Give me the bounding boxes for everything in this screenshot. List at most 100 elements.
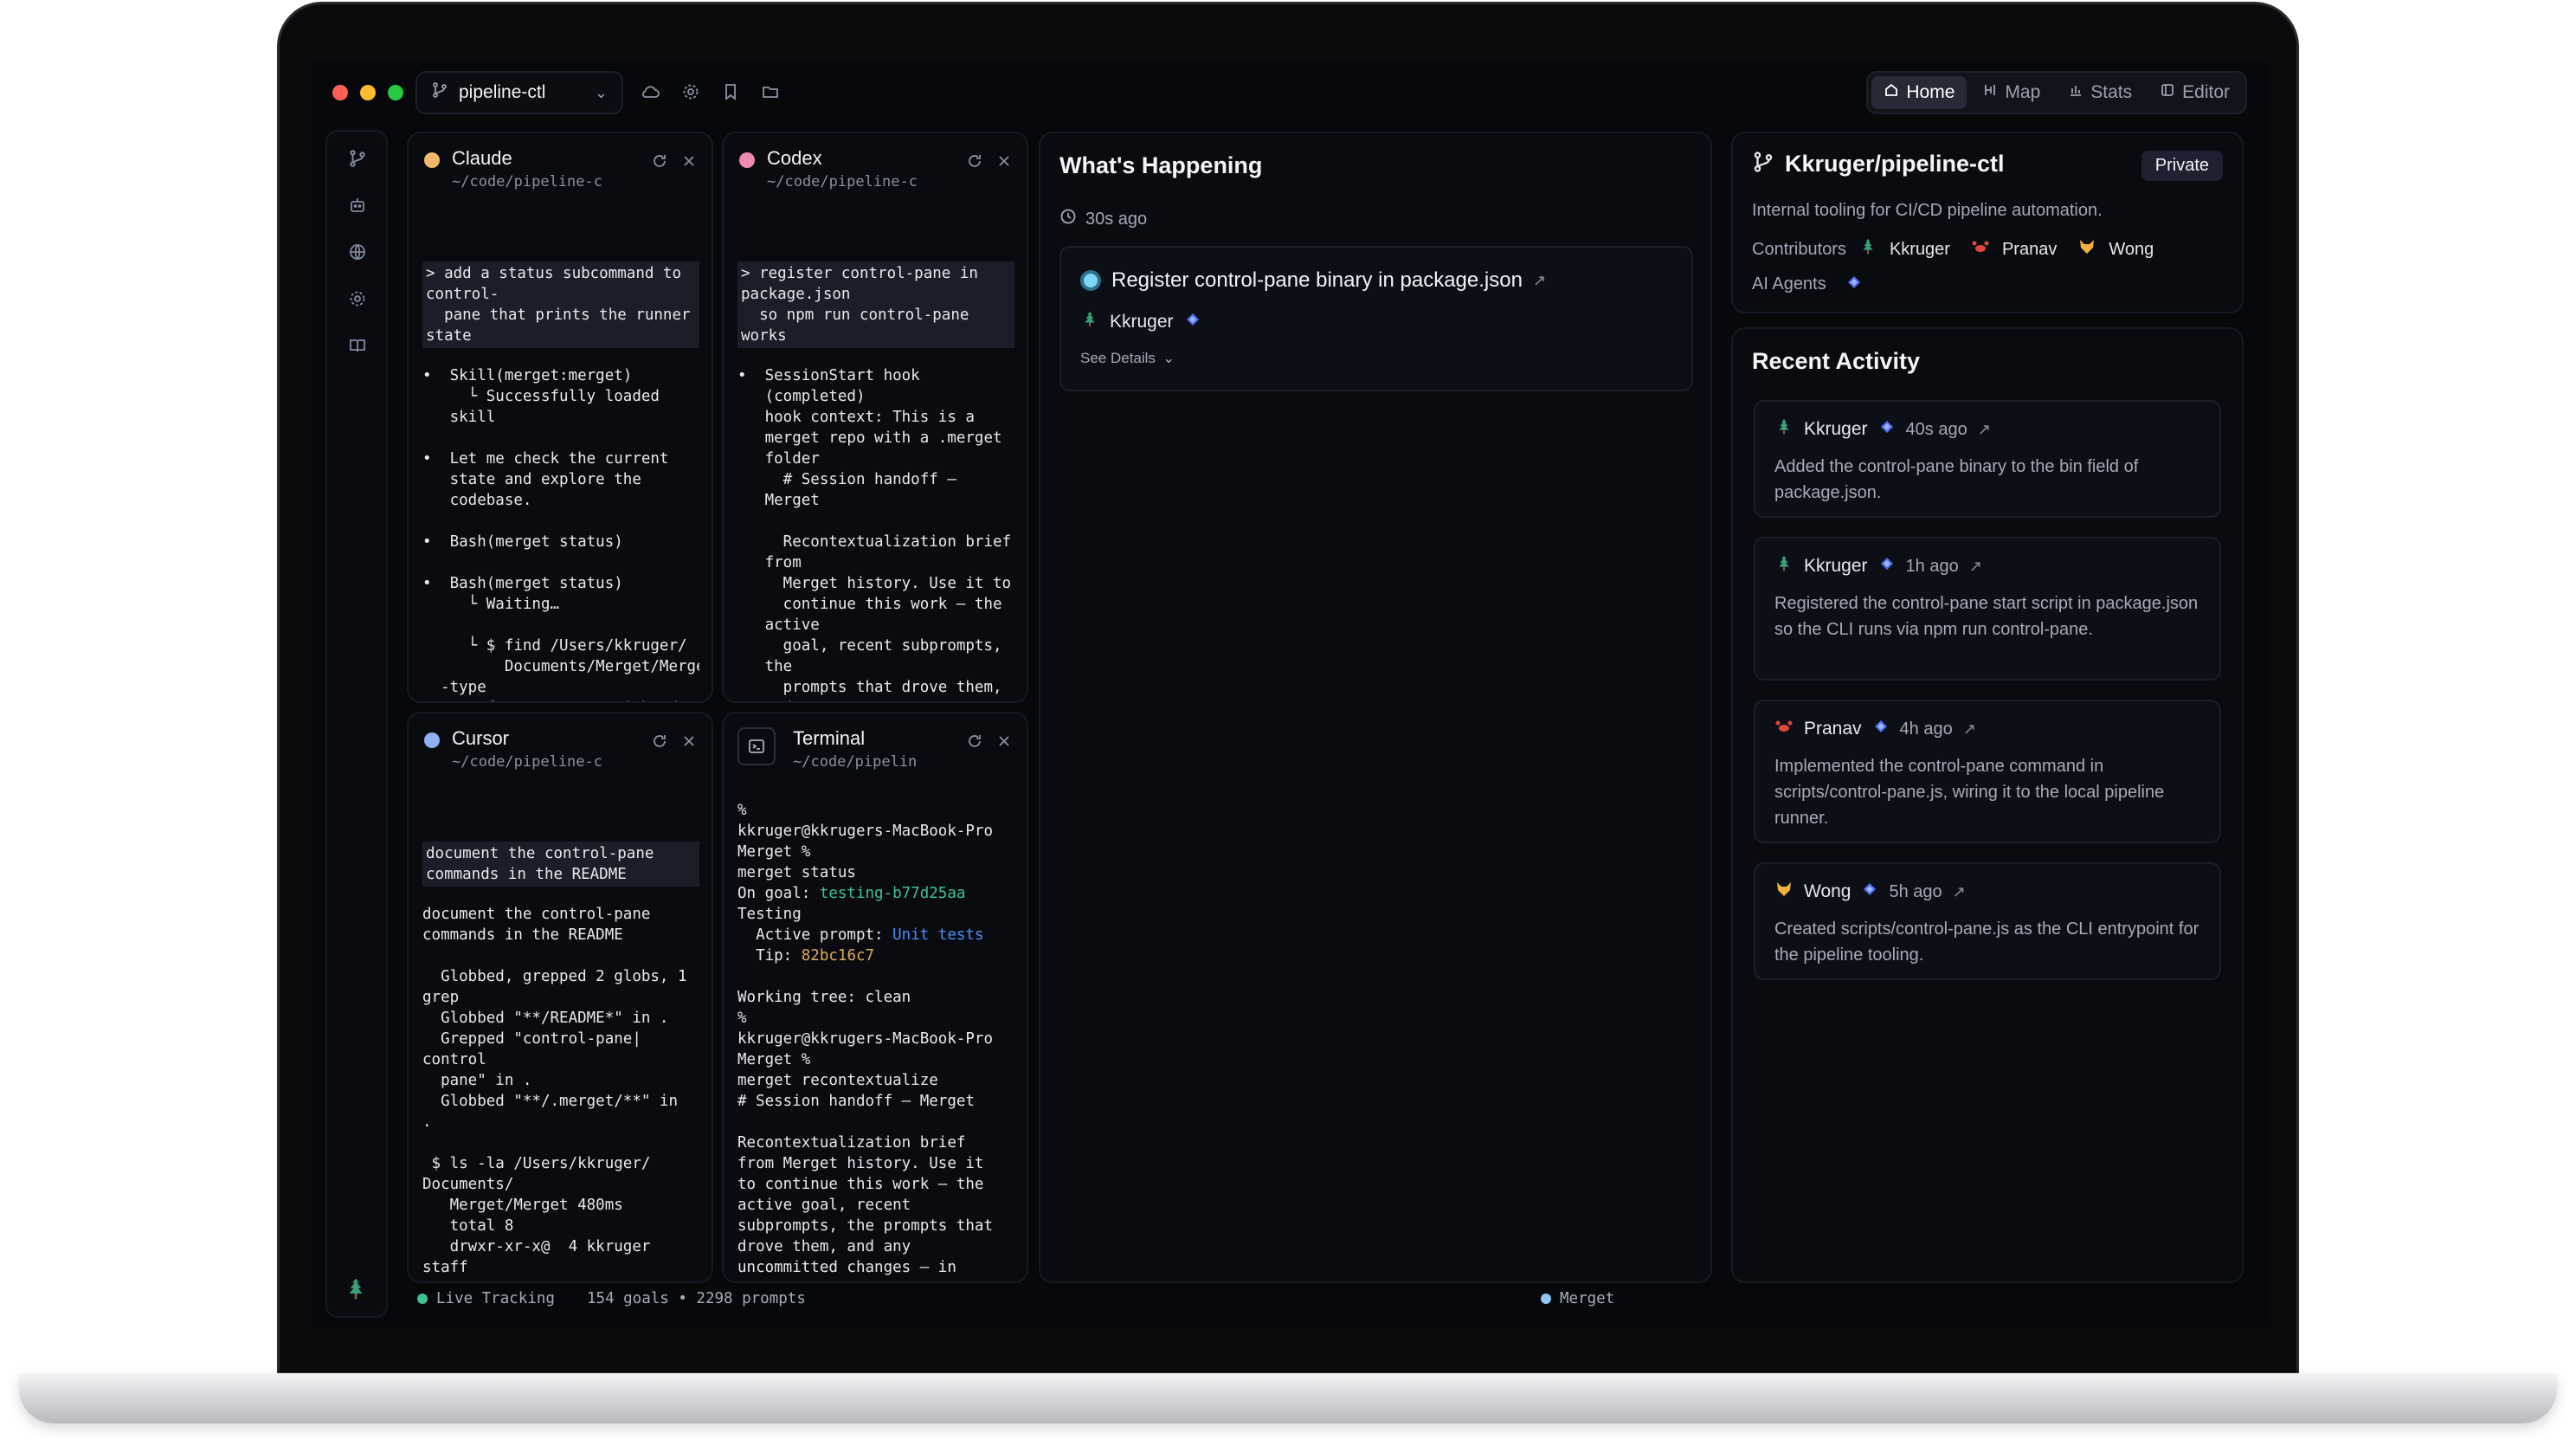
tab-editor[interactable]: Editor <box>2148 76 2242 109</box>
activity-text: Created scripts/control-pane.js as the C… <box>1774 920 2199 965</box>
sidebar-globe-icon[interactable] <box>345 239 370 265</box>
minimize-window-button[interactable] <box>360 85 376 100</box>
toolbar <box>637 78 784 106</box>
live-tracking-indicator[interactable]: Live Tracking <box>417 1290 555 1307</box>
panel-path: ~/code/pipeline-c <box>452 173 602 190</box>
close-icon[interactable] <box>680 732 698 754</box>
sidebar-branch-icon[interactable] <box>345 145 370 171</box>
activity-item[interactable]: Pranav 4h ago ↗ Implemented the control-… <box>1754 700 2221 843</box>
repo-name[interactable]: Kkruger/pipeline-ctl <box>1785 151 2005 177</box>
crab-avatar-icon <box>1971 237 1990 261</box>
panel-transcript: > register control-pane in package.json … <box>737 220 1014 701</box>
terminal-output[interactable]: % kkruger@kkrugers-MacBook-Pro Merget % … <box>737 800 1014 1281</box>
activity-time: 4h ago <box>1899 719 1953 739</box>
activity-text: Added the control-pane binary to the bin… <box>1774 457 2139 502</box>
bookmark-icon[interactable] <box>717 78 744 106</box>
zoom-window-button[interactable] <box>388 85 403 100</box>
agent-output: • Skill(merget:merget) └ Successfully lo… <box>422 367 699 701</box>
contributor-name[interactable]: Wong <box>2109 240 2154 260</box>
external-link-icon[interactable]: ↗ <box>1953 883 1966 901</box>
terminal-text: Working tree: clean % kkruger@kkrugers-M… <box>737 989 994 1276</box>
activity-time: 40s ago <box>1905 419 1967 439</box>
app-window: pipeline-ctl ⌄ Home Map Stats Editor Cla… <box>310 61 2270 1326</box>
panel-title: Claude <box>452 147 512 169</box>
section-title: Recent Activity <box>1752 348 1921 374</box>
tab-home[interactable]: Home <box>1871 76 1967 109</box>
activity-item[interactable]: Kkruger 1h ago ↗ Registered the control-… <box>1754 537 2221 681</box>
refresh-icon[interactable] <box>966 152 983 174</box>
terminal-panel: Terminal ~/code/pipelin % kkruger@kkruge… <box>722 712 1028 1283</box>
panel-transcript: > add a status subcommand to control- pa… <box>422 220 699 701</box>
activity-user: Wong <box>1804 881 1852 901</box>
main-nav: Home Map Stats Editor <box>1866 71 2247 114</box>
tree-logo-icon[interactable] <box>343 1276 369 1302</box>
see-details-toggle[interactable]: See Details ⌄ <box>1080 350 1175 367</box>
close-icon[interactable] <box>995 732 1013 754</box>
close-icon[interactable] <box>680 152 698 174</box>
see-details-label: See Details <box>1080 350 1156 366</box>
external-link-icon[interactable]: ↗ <box>1969 558 1982 576</box>
stats-summary: 154 goals • 2298 prompts <box>587 1290 806 1307</box>
terminal-text: Tip: <box>756 947 793 965</box>
refresh-icon[interactable] <box>651 732 668 754</box>
sidebar-bot-icon[interactable] <box>345 192 370 218</box>
chevron-down-icon: ⌄ <box>594 83 608 101</box>
stats-icon <box>2068 82 2083 103</box>
tree-avatar-icon <box>1858 237 1877 261</box>
panel-header: Codex ~/code/pipeline-c <box>724 133 1027 220</box>
visibility-badge: Private <box>2141 151 2223 181</box>
sidebar-gear-icon[interactable] <box>345 286 370 312</box>
gear-icon[interactable] <box>677 78 705 106</box>
activity-time: 5h ago <box>1889 881 1942 901</box>
agent-output: document the control-pane commands in th… <box>422 906 687 1281</box>
status-dot <box>424 152 440 168</box>
git-branch-icon <box>1752 151 1774 177</box>
agent-diamond-icon <box>1845 274 1863 295</box>
close-window-button[interactable] <box>332 85 348 100</box>
section-title: What's Happening <box>1059 152 1263 178</box>
user-prompt: > register control-pane in package.json … <box>737 261 1014 348</box>
app-indicator: Merget <box>1541 1290 1614 1307</box>
activity-user: Kkruger <box>1804 556 1868 576</box>
activity-item[interactable]: Wong 5h ago ↗ Created scripts/control-pa… <box>1754 862 2221 980</box>
panel-transcript: document the control-pane commands in th… <box>422 800 699 1281</box>
tree-avatar-icon <box>1080 310 1099 334</box>
refresh-icon[interactable] <box>966 732 983 754</box>
cloud-icon[interactable] <box>637 78 665 106</box>
folder-icon[interactable] <box>757 78 784 106</box>
terminal-text: Testing Active prompt: <box>737 906 884 944</box>
activity-user: Kkruger <box>1804 419 1868 439</box>
status-dot <box>739 152 755 168</box>
laptop-base <box>19 1373 2557 1423</box>
agent-output: • SessionStart hook (completed) hook con… <box>737 367 1012 701</box>
tree-avatar-icon <box>1774 417 1794 442</box>
activity-user: Pranav <box>1804 719 1862 739</box>
home-icon <box>1884 82 1899 103</box>
tab-editor-label: Editor <box>2182 82 2230 102</box>
tab-map[interactable]: Map <box>1970 76 2052 109</box>
close-icon[interactable] <box>995 152 1013 174</box>
tab-home-label: Home <box>1906 82 1955 102</box>
event-user: Kkruger <box>1110 312 1174 332</box>
agent-diamond-icon <box>1861 881 1878 903</box>
agent-panel-cursor: Cursor ~/code/pipeline-c document the co… <box>407 712 713 1283</box>
tab-stats[interactable]: Stats <box>2056 76 2144 109</box>
event-title: Register control-pane binary in package.… <box>1111 268 1523 292</box>
event-card[interactable]: Register control-pane binary in package.… <box>1059 246 1693 391</box>
panel-header: Claude ~/code/pipeline-c <box>409 133 712 220</box>
contributor-name[interactable]: Kkruger <box>1890 240 1950 260</box>
external-link-icon[interactable]: ↗ <box>1963 720 1976 739</box>
activity-item[interactable]: Kkruger 40s ago ↗ Added the control-pane… <box>1754 400 2221 518</box>
recent-activity-panel: Recent Activity Kkruger 40s ago ↗ Added … <box>1731 327 2244 1283</box>
external-link-icon[interactable]: ↗ <box>1978 421 1991 439</box>
live-dot-icon <box>1080 270 1101 291</box>
contributor-name[interactable]: Pranav <box>2002 240 2057 260</box>
sidebar-book-icon[interactable] <box>345 332 370 358</box>
refresh-icon[interactable] <box>651 152 668 174</box>
terminal-icon <box>737 727 776 765</box>
contributors-row: Contributors Kkruger Pranav Wong <box>1752 237 2154 261</box>
app-name: Merget <box>1560 1290 1615 1307</box>
branch-selector[interactable]: pipeline-ctl ⌄ <box>415 71 623 114</box>
external-link-icon[interactable]: ↗ <box>1533 272 1546 290</box>
map-icon <box>1982 82 1998 103</box>
